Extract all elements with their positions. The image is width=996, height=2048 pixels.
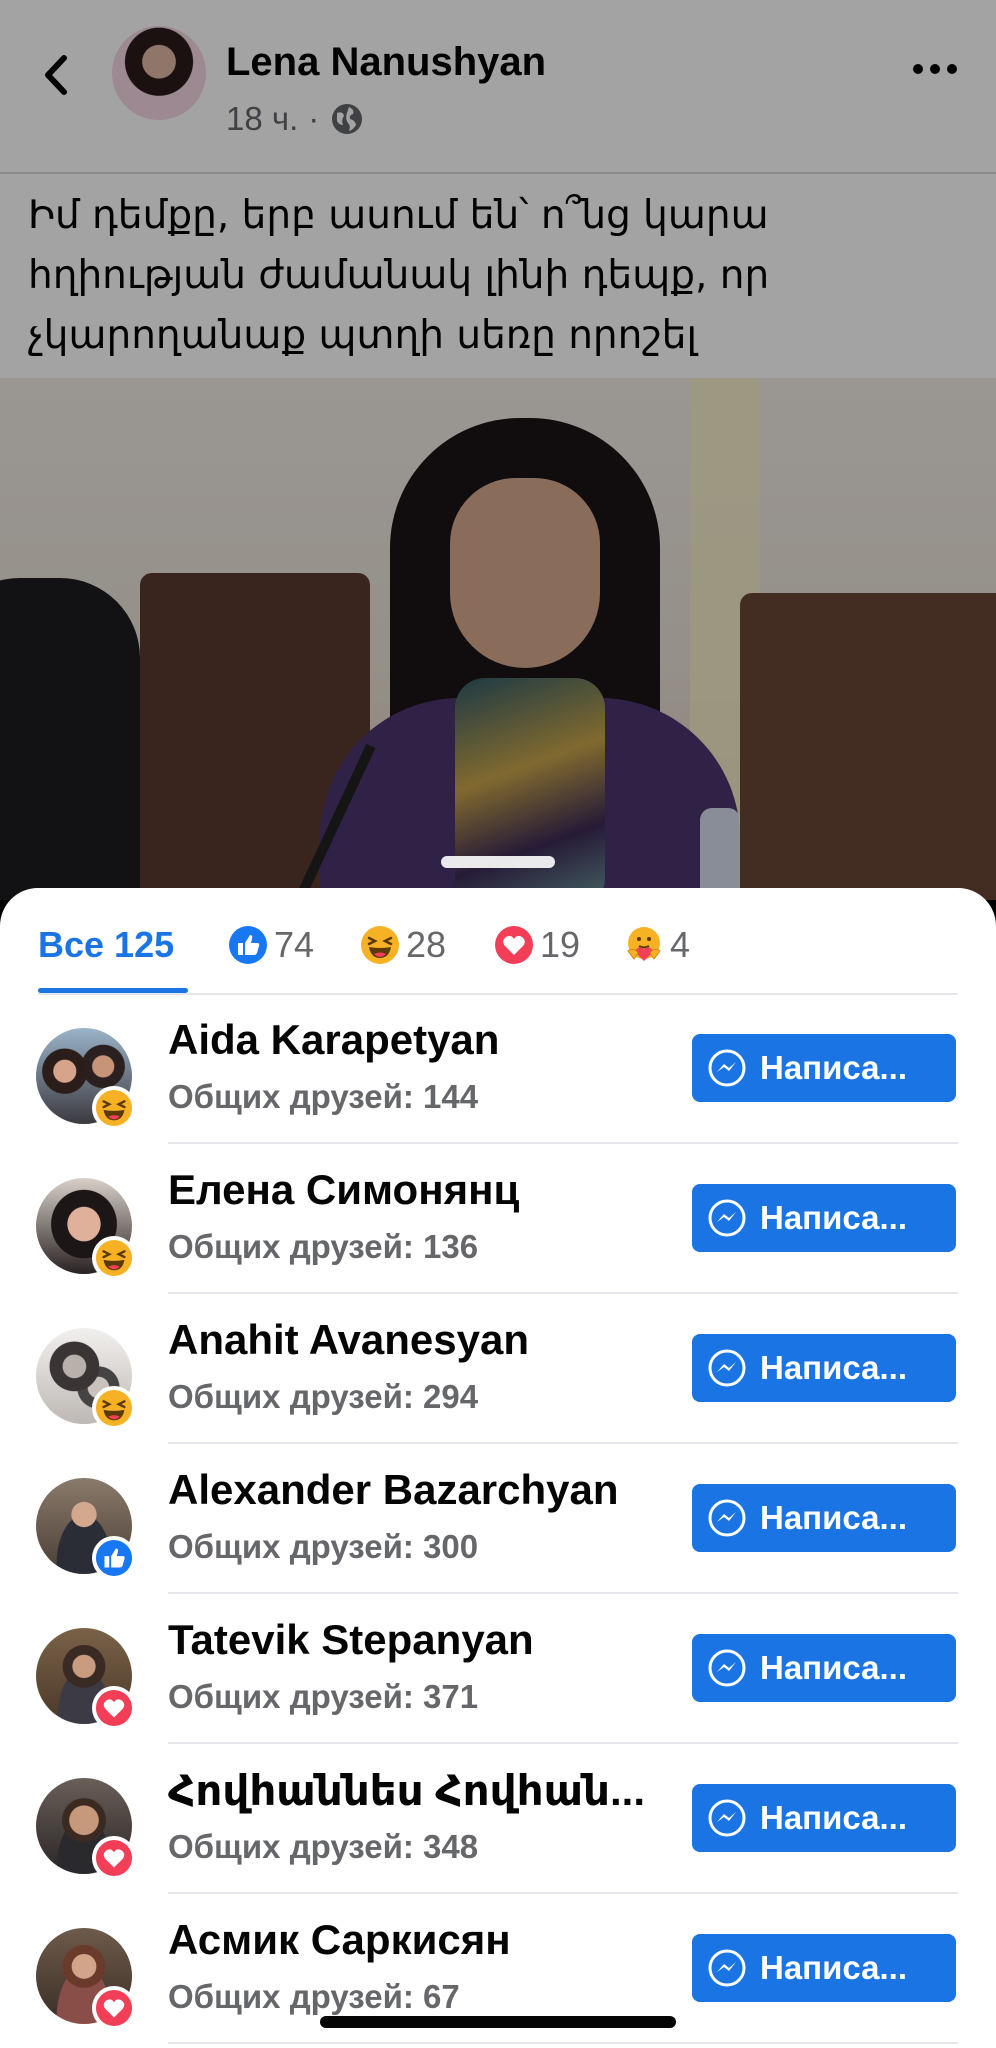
reaction-badge (92, 1386, 136, 1430)
mutual-friends: Общих друзей: 67 (168, 1978, 460, 2015)
tab-care[interactable]: 4 (624, 918, 690, 972)
messenger-icon (708, 1799, 746, 1837)
row-divider (168, 2042, 958, 2044)
messenger-icon (708, 1499, 746, 1537)
tab-like-count: 74 (274, 924, 315, 965)
tab-care-count: 4 (670, 924, 691, 965)
reaction-badge (92, 1236, 136, 1280)
person-name[interactable]: Асмик Саркисян (168, 1916, 511, 1964)
person-name[interactable]: Հովհաննես Հովհան... (168, 1766, 645, 1815)
message-button[interactable]: Написа... (692, 1484, 956, 1552)
love-icon (95, 1839, 133, 1877)
message-button[interactable]: Написа... (692, 1634, 956, 1702)
reactions-sheet: Все 125 74 28 19 4 Aida Karapetyan Общих… (0, 888, 996, 2048)
mutual-friends: Общих друзей: 144 (168, 1078, 479, 1115)
message-button-label: Написа... (760, 1949, 908, 1986)
haha-icon (361, 926, 399, 964)
dim-overlay[interactable] (0, 0, 996, 900)
haha-icon (95, 1389, 133, 1427)
avatar[interactable] (36, 1778, 136, 1880)
sheet-grabber[interactable] (441, 856, 555, 868)
messenger-icon (708, 1049, 746, 1087)
list-item[interactable]: Anahit Avanesyan Общих друзей: 294 Напис… (0, 1294, 996, 1444)
reaction-badge (92, 1686, 136, 1730)
love-icon (95, 1989, 133, 2027)
mutual-friends: Общих друзей: 136 (168, 1228, 479, 1265)
person-name[interactable]: Alexander Bazarchyan (168, 1466, 619, 1514)
reaction-tabs: Все 125 74 28 19 4 (38, 888, 958, 994)
mutual-friends: Общих друзей: 371 (168, 1678, 479, 1715)
list-item[interactable]: Tatevik Stepanyan Общих друзей: 371 Напи… (0, 1594, 996, 1744)
post-background: Lena Nanushyan 18 ч. · Իմ դեմքը, երբ ասո… (0, 0, 996, 900)
tab-love-count: 19 (540, 924, 581, 965)
reaction-badge (92, 1836, 136, 1880)
message-button-label: Написа... (760, 1799, 908, 1836)
avatar[interactable] (36, 1628, 136, 1730)
care-icon (627, 927, 661, 961)
person-name[interactable]: Anahit Avanesyan (168, 1316, 529, 1364)
love-icon (495, 926, 533, 964)
message-button[interactable]: Написа... (692, 1184, 956, 1252)
tab-all[interactable]: Все 125 (38, 918, 174, 972)
message-button-label: Написа... (760, 1499, 908, 1536)
person-name[interactable]: Елена Симонянц (168, 1166, 519, 1214)
tab-haha[interactable]: 28 (360, 918, 446, 972)
list-item[interactable]: Aida Karapetyan Общих друзей: 144 Написа… (0, 994, 996, 1144)
reaction-badge (92, 1536, 136, 1580)
message-button-label: Написа... (760, 1649, 908, 1686)
list-item[interactable]: Alexander Bazarchyan Общих друзей: 300 Н… (0, 1444, 996, 1594)
list-item[interactable]: Елена Симонянц Общих друзей: 136 Написа.… (0, 1144, 996, 1294)
avatar[interactable] (36, 1328, 136, 1430)
avatar[interactable] (36, 1928, 136, 2030)
tab-love[interactable]: 19 (494, 918, 580, 972)
tab-like[interactable]: 74 (228, 918, 314, 972)
message-button[interactable]: Написа... (692, 1934, 956, 2002)
message-button[interactable]: Написа... (692, 1334, 956, 1402)
home-indicator[interactable] (320, 2016, 676, 2028)
tab-haha-count: 28 (406, 924, 447, 965)
person-name[interactable]: Tatevik Stepanyan (168, 1616, 534, 1664)
messenger-icon (708, 1199, 746, 1237)
mutual-friends: Общих друзей: 300 (168, 1528, 479, 1565)
reaction-badge (92, 1086, 136, 1130)
haha-icon (95, 1089, 133, 1127)
messenger-icon (708, 1949, 746, 1987)
messenger-icon (708, 1349, 746, 1387)
avatar[interactable] (36, 1178, 136, 1280)
mutual-friends: Общих друзей: 348 (168, 1828, 479, 1865)
list-item[interactable]: Հովհաննես Հովհան... Общих друзей: 348 На… (0, 1744, 996, 1894)
avatar[interactable] (36, 1028, 136, 1130)
message-button-label: Написа... (760, 1199, 908, 1236)
love-icon (95, 1689, 133, 1727)
message-button[interactable]: Написа... (692, 1784, 956, 1852)
message-button[interactable]: Написа... (692, 1034, 956, 1102)
like-icon (95, 1539, 133, 1577)
person-name[interactable]: Aida Karapetyan (168, 1016, 499, 1064)
message-button-label: Написа... (760, 1049, 908, 1086)
like-icon (229, 926, 267, 964)
message-button-label: Написа... (760, 1349, 908, 1386)
tab-all-label: Все 125 (38, 924, 175, 965)
avatar[interactable] (36, 1478, 136, 1580)
reaction-badge (92, 1986, 136, 2030)
people-list: Aida Karapetyan Общих друзей: 144 Написа… (0, 994, 996, 2044)
haha-icon (95, 1239, 133, 1277)
messenger-icon (708, 1649, 746, 1687)
mutual-friends: Общих друзей: 294 (168, 1378, 479, 1415)
